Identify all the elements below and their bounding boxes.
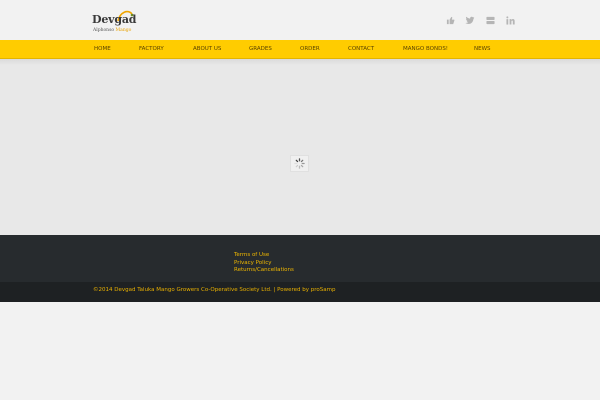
nav-item-about-us[interactable]: ABOUT US [193,40,221,59]
social-links [445,15,515,27]
footer-links-section: Terms of Use Privacy Policy Returns/Canc… [0,235,600,282]
nav-item-order[interactable]: ORDER [300,40,320,59]
footer-links: Terms of Use Privacy Policy Returns/Canc… [234,252,294,275]
nav-item-factory[interactable]: FACTORY [139,40,164,59]
site-header: Devgad Alphonso Mango [0,0,600,40]
nav-item-home[interactable]: HOME [94,40,111,59]
spinner-icon [294,158,305,169]
nav-item-contact[interactable]: CONTACT [348,40,374,59]
privacy-policy-link[interactable]: Privacy Policy [234,260,294,268]
returns-cancellations-link[interactable]: Returns/Cancellations [234,267,294,275]
thumbs-up-icon[interactable] [445,15,455,25]
nav-item-grades[interactable]: GRADES [249,40,272,59]
twitter-icon[interactable] [465,15,475,25]
nav-item-mango-bonds[interactable]: MANGO BONDS! [403,40,448,59]
logo-subtitle: Alphonso Mango [93,28,131,33]
site-logo[interactable]: Devgad Alphonso Mango [92,9,136,35]
terms-of-use-link[interactable]: Terms of Use [234,252,294,260]
main-content-area [0,65,600,235]
copyright-text: ©2014 Devgad Taluka Mango Growers Co-Ope… [93,287,336,293]
loading-spinner [290,155,309,172]
logo-subtitle-left: Alphonso [93,28,115,33]
footer-bottom-bar: ©2014 Devgad Taluka Mango Growers Co-Ope… [0,282,600,302]
linkedin-icon[interactable] [505,15,515,25]
logo-title: Devgad [92,13,137,26]
main-nav: HOME FACTORY ABOUT US GRADES ORDER CONTA… [0,40,600,59]
youtube-icon[interactable] [485,15,495,25]
logo-subtitle-right: Mango [115,28,132,33]
nav-item-news[interactable]: NEWS [474,40,491,59]
